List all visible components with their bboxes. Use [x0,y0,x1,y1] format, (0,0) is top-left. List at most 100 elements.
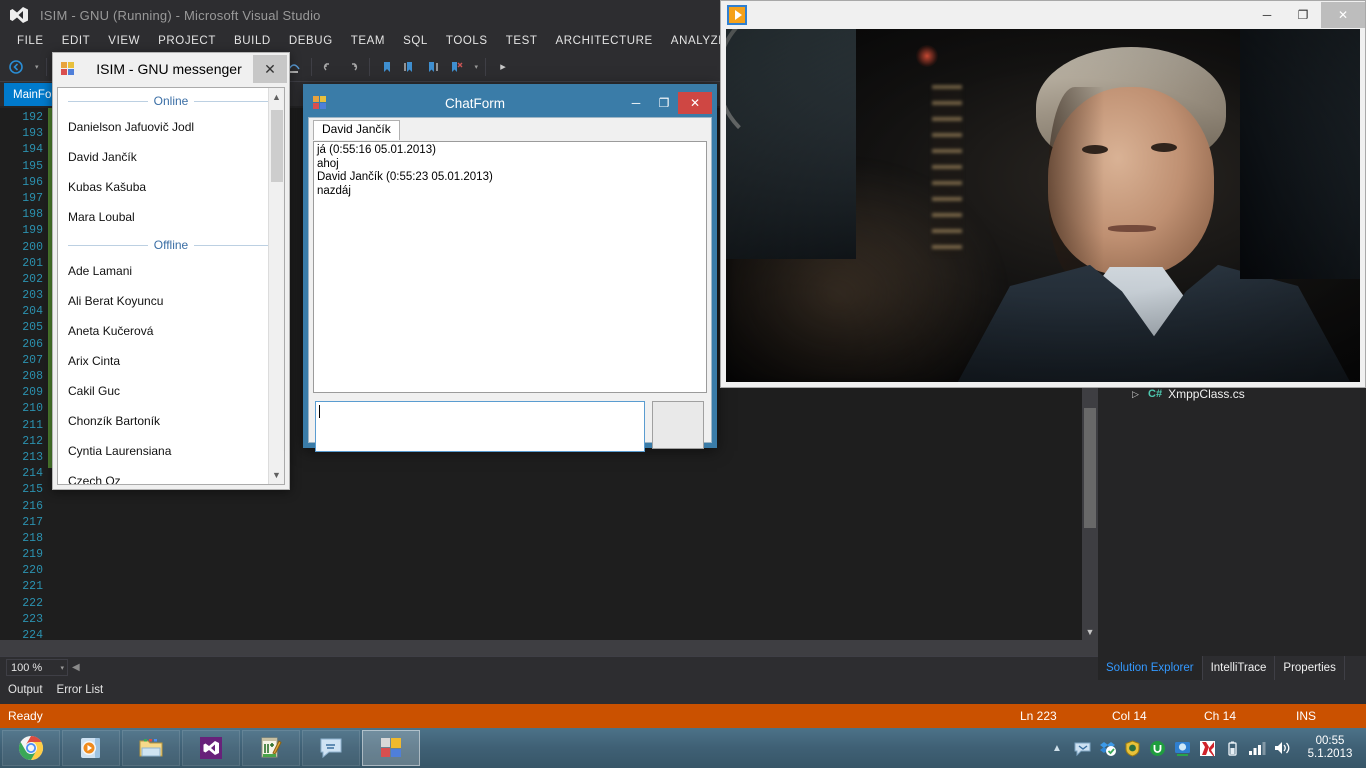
contact-item[interactable]: Cakil Guc [58,376,284,406]
scroll-down-icon[interactable]: ▼ [269,466,284,484]
contact-list[interactable]: Online Danielson Jafuovič Jodl David Jan… [57,87,285,485]
tab-intellitrace[interactable]: IntelliTrace [1203,656,1276,680]
player-maximize-button[interactable]: ❐ [1285,2,1321,28]
chat-tab-david-jancik[interactable]: David Jančík [313,120,400,140]
split-left-icon[interactable]: ◀ [72,662,80,673]
bookmark-icon[interactable] [377,56,397,78]
scroll-up-icon[interactable]: ▲ [269,88,284,106]
contact-item[interactable]: Mara Loubal [58,202,284,232]
taskbar-item-chrome[interactable] [2,730,60,766]
editor-horizontal-scrollbar[interactable] [0,640,1082,656]
zoom-caret-icon[interactable]: ▾ [60,664,64,672]
teamviewer-icon[interactable] [1173,739,1191,757]
line-number: 221 [22,580,43,594]
navigate-backward-icon[interactable] [6,56,26,78]
solution-explorer-tabs[interactable]: Solution Explorer IntelliTrace Propertie… [1098,656,1366,680]
menu-test[interactable]: TEST [497,33,547,49]
contact-item[interactable]: Cyntia Laurensiana [58,436,284,466]
scrollbar-thumb[interactable] [271,110,283,182]
scrollbar-thumb[interactable] [1084,408,1096,528]
utorrent-icon[interactable] [1148,739,1166,757]
tab-solution-explorer[interactable]: Solution Explorer [1098,656,1203,680]
navigate-backward-caret-icon[interactable]: ▾ [35,63,39,71]
csharp-file-icon: C# [1148,388,1163,400]
taskbar-clock[interactable]: 00:55 5.1.2013 [1298,735,1360,761]
video-surface[interactable] [726,29,1360,382]
line-number: 192 [22,111,43,124]
menu-file[interactable]: FILE [8,33,53,49]
menu-team[interactable]: TEAM [342,33,394,49]
network-icon[interactable] [1248,739,1266,757]
contact-item[interactable]: Ade Lamani [58,256,284,286]
player-close-button[interactable]: ✕ [1321,2,1365,28]
battery-icon[interactable] [1223,739,1241,757]
contact-item[interactable]: Chonzík Bartoník [58,406,284,436]
menu-project[interactable]: PROJECT [149,33,225,49]
dropbox-icon[interactable] [1098,739,1116,757]
player-minimize-button[interactable]: ─ [1249,2,1285,28]
zoom-level-combo[interactable]: 100 % ▾ [6,659,68,676]
undo-icon[interactable] [319,56,339,78]
menu-sql[interactable]: SQL [394,33,437,49]
kaspersky-icon[interactable] [1198,739,1216,757]
isim-messenger-window[interactable]: ISIM - GNU messenger ✕ Online Danielson … [52,52,290,490]
contact-item[interactable]: Kubas Kašuba [58,172,284,202]
line-number: 193 [22,127,43,141]
editor-zoom-strip[interactable]: 100 % ▾ ◀ [0,656,1098,678]
tab-output[interactable]: Output [8,684,43,699]
contact-list-scrollbar[interactable]: ▲ ▼ [268,88,284,484]
bottom-panel-tabs[interactable]: Output Error List [0,678,1098,704]
taskbar-item-file-explorer[interactable] [122,730,180,766]
player-titlebar[interactable]: ─ ❐ ✕ [721,1,1365,29]
taskbar-item-media-player[interactable] [62,730,120,766]
next-bookmark-icon[interactable] [423,56,443,78]
system-tray[interactable]: ▲ 00:55 5.1.2013 [1048,728,1366,768]
line-number: 213 [22,450,43,464]
menu-architecture[interactable]: ARCHITECTURE [547,33,662,49]
clear-bookmarks-icon[interactable] [446,56,466,78]
messenger-tray-icon[interactable] [1073,739,1091,757]
video-player-window[interactable]: ─ ❐ ✕ [720,0,1366,388]
taskbar-item-notepadpp[interactable] [242,730,300,766]
menu-tools[interactable]: TOOLS [437,33,497,49]
menu-view[interactable]: VIEW [99,33,149,49]
taskbar-item-visual-studio[interactable] [182,730,240,766]
line-number: 220 [22,564,43,578]
contact-item[interactable]: Ali Berat Koyuncu [58,286,284,316]
chatform-maximize-button[interactable]: ❐ [650,92,678,114]
chat-tabstrip[interactable]: David Jančík [309,118,711,140]
chat-input-field[interactable] [315,401,645,452]
toolbar-overflow-caret-icon[interactable]: ▾ [475,63,479,71]
taskbar-item-isim[interactable] [362,730,420,766]
contact-item[interactable]: David Jančík [58,142,284,172]
scroll-down-icon[interactable]: ▼ [1082,624,1098,640]
redo-icon[interactable] [342,56,362,78]
line-number: 208 [22,370,43,383]
chatform-titlebar[interactable]: ChatForm ─ ❐ ✕ [308,89,712,117]
chatform-close-button[interactable]: ✕ [678,92,712,114]
tab-properties[interactable]: Properties [1275,656,1345,680]
chat-send-button[interactable] [652,401,704,449]
volume-icon[interactable] [1273,739,1291,757]
toolbar-overflow-icon[interactable]: ▸ [493,56,513,78]
messenger-titlebar[interactable]: ISIM - GNU messenger ✕ [53,53,289,85]
tab-error-list[interactable]: Error List [57,684,104,699]
contact-item[interactable]: Arix Cinta [58,346,284,376]
previous-bookmark-icon[interactable] [400,56,420,78]
menu-edit[interactable]: EDIT [53,33,100,49]
show-hidden-icons-icon[interactable]: ▲ [1048,739,1066,757]
contact-item[interactable]: Aneta Kučerová [58,316,284,346]
contact-item[interactable]: Danielson Jafuovič Jodl [58,112,284,142]
menu-debug[interactable]: DEBUG [280,33,342,49]
windows-taskbar[interactable]: ▲ 00:55 5.1.2013 [0,728,1366,768]
taskbar-item-messenger[interactable] [302,730,360,766]
chat-message-log: já (0:55:16 05.01.2013) ahoj David Jančí… [313,141,707,393]
chatform-minimize-button[interactable]: ─ [622,92,650,114]
chevron-right-icon[interactable]: ▷ [1132,389,1142,400]
chatform-window[interactable]: ChatForm ─ ❐ ✕ David Jančík já (0:55:16 … [303,84,717,452]
contact-item[interactable]: Czech Oz [58,466,284,484]
messenger-close-button[interactable]: ✕ [253,55,287,83]
shield-icon[interactable] [1123,739,1141,757]
status-insert-mode[interactable]: INS [1296,709,1366,723]
menu-build[interactable]: BUILD [225,33,280,49]
